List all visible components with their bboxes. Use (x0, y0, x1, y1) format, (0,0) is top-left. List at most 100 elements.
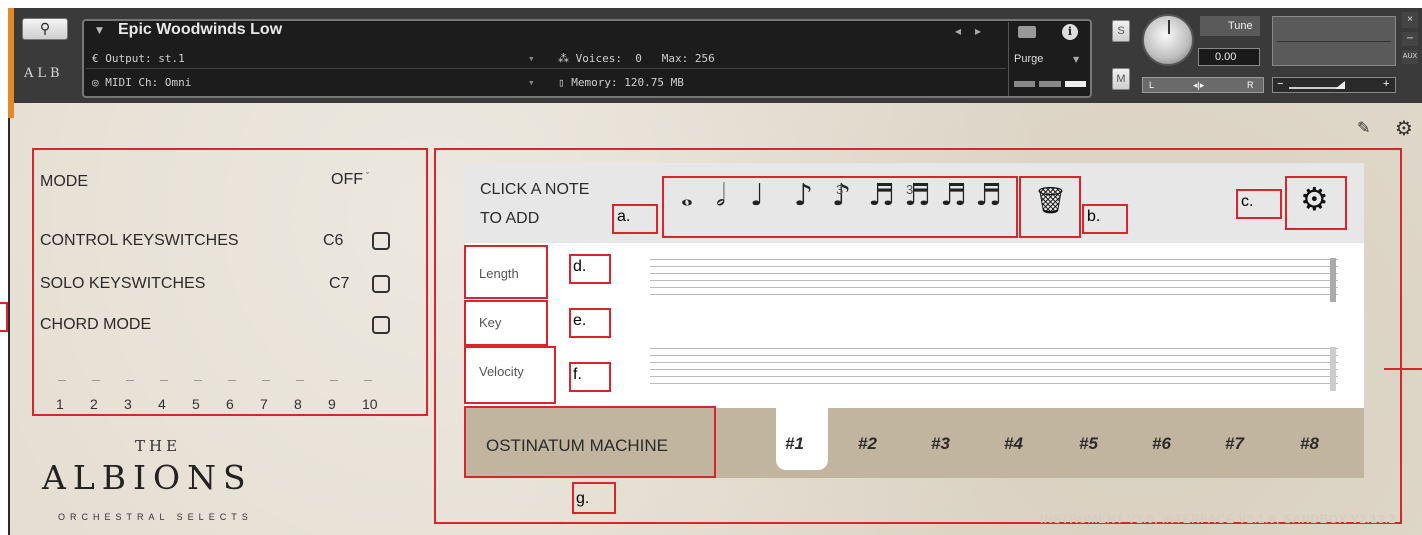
tune-value[interactable]: 0.00 (1198, 48, 1260, 66)
voice-number[interactable]: 1 (56, 380, 90, 412)
triplet-mark-2: 3 (906, 182, 914, 197)
voice-number[interactable]: 5 (192, 380, 226, 412)
voice-number[interactable]: 10 (362, 380, 396, 412)
velocity-staff[interactable] (650, 348, 1338, 390)
ostinatum-settings-gear-icon[interactable]: ⚙ (1300, 180, 1329, 218)
voice-number[interactable]: 2 (90, 380, 124, 412)
instrument-menu-arrow-icon[interactable]: ▼ (96, 26, 103, 36)
voice-number[interactable]: 7 (260, 380, 294, 412)
close-button[interactable]: × (1402, 12, 1418, 28)
alb-logo: ALB (24, 66, 64, 81)
output-icon: € (92, 52, 99, 65)
midi-icon: ◎ (92, 76, 99, 89)
ostinatum-machine-label: OSTINATUM MACHINE (486, 436, 668, 455)
callout-f-label: f. (573, 366, 582, 383)
aux-button[interactable]: AUX (1402, 50, 1418, 64)
tab-4[interactable]: #4 (1004, 434, 1023, 454)
solo-keyswitches-checkbox[interactable] (372, 275, 390, 293)
velocity-label: Velocity (479, 364, 524, 379)
tune-label: Tune (1200, 16, 1260, 36)
callout-c-label: c. (1241, 193, 1254, 210)
midi-row[interactable]: ◎ MIDI Ch: Omni (92, 76, 191, 89)
voice-number[interactable]: 8 (294, 380, 328, 412)
tab-3[interactable]: #3 (931, 434, 950, 454)
click-note-line2: TO ADD (480, 210, 540, 227)
control-keyswitches-checkbox[interactable] (372, 232, 390, 250)
trash-icon[interactable]: 🗑 (1034, 186, 1067, 216)
version-watermark: INSTRUMENT V1.0, INTERFACE V2.1.0, SANDB… (1040, 512, 1396, 526)
instrument-name[interactable]: Epic Woodwinds Low (118, 21, 282, 39)
voices-icon: ⁂ (558, 52, 569, 65)
brand-the: THE (135, 437, 182, 455)
voices-row: ⁂ Voices: 0 Max: 256 (558, 52, 715, 65)
tab-5[interactable]: #5 (1079, 434, 1098, 454)
length-label: Length (479, 266, 519, 281)
ostinatum-callout-pointer (1384, 368, 1422, 370)
accent-bar (8, 8, 14, 118)
sixtyfourth-note-icon[interactable]: ♬ (975, 178, 1002, 213)
eighth-note-icon[interactable]: ♪ (794, 178, 813, 213)
tab-7[interactable]: #7 (1225, 434, 1244, 454)
chord-mode-label: CHORD MODE (40, 316, 152, 333)
control-key-value: C6 (323, 232, 344, 249)
info-icon[interactable]: i (1062, 24, 1078, 40)
callout-d-label: d. (573, 258, 587, 275)
key-label: Key (479, 315, 502, 330)
minimize-button[interactable]: − (1402, 32, 1418, 46)
half-note-icon[interactable]: 𝅗𝅥 (716, 178, 726, 213)
click-note-line1: CLICK A NOTE (480, 181, 590, 198)
tab-6[interactable]: #6 (1152, 434, 1171, 454)
output-row[interactable]: € Output: st.1 (92, 52, 185, 65)
tune-knob[interactable] (1142, 14, 1194, 66)
solo-keyswitches-label: SOLO KEYSWITCHES (40, 275, 206, 292)
settings-gear-icon[interactable]: ⚙ (1395, 116, 1413, 140)
quarter-note-icon[interactable]: ♩ (750, 178, 764, 213)
control-keyswitches-label: CONTROL KEYSWITCHES (40, 232, 239, 249)
triplet-mark: 3 (836, 182, 844, 197)
mute-button[interactable]: M (1112, 68, 1130, 90)
solo-key-value: C7 (329, 275, 350, 292)
tab-2[interactable]: #2 (858, 434, 877, 454)
pan-slider[interactable]: L ◂|▸ R (1142, 77, 1264, 93)
solo-button[interactable]: S (1112, 20, 1130, 42)
level-meter (1272, 16, 1396, 66)
mode-label: MODE (40, 173, 88, 190)
thirtysecond-note-icon[interactable]: ♬ (940, 178, 967, 213)
camera-icon[interactable] (1018, 26, 1036, 38)
volume-slider[interactable]: − + (1272, 77, 1396, 93)
velocity-staff-end (1330, 347, 1336, 391)
purge-indicator (1014, 81, 1086, 87)
sixteenth-note-icon[interactable]: ♬ (868, 178, 895, 213)
voice-number[interactable]: 4 (158, 380, 192, 412)
length-staff-end (1330, 258, 1336, 302)
wrench-icon: ⚲ (39, 21, 51, 37)
length-staff[interactable] (650, 259, 1338, 301)
tab-1[interactable]: #1 (785, 434, 804, 454)
memory-icon: ▯ (558, 76, 565, 89)
brand-subtitle: ORCHESTRAL SELECTS (58, 512, 253, 522)
output-dropdown-arrow-icon[interactable]: ▾ (528, 52, 535, 65)
brand-albions: ALBIONS (42, 458, 253, 497)
purge-button[interactable]: Purge (1014, 53, 1043, 65)
pan-center-icon: ◂|▸ (1193, 80, 1205, 90)
tab-8[interactable]: #8 (1300, 434, 1319, 454)
memory-row: ▯ Memory: 120.75 MB (558, 76, 684, 89)
voice-number[interactable]: 3 (124, 380, 158, 412)
purge-dropdown-arrow-icon[interactable]: ▼ (1073, 55, 1079, 64)
callout-e-label: e. (573, 312, 587, 329)
voice-number[interactable]: 6 (226, 380, 260, 412)
left-edge (8, 118, 10, 535)
callout-g-label: g. (576, 490, 590, 507)
voice-number-row: 1 2 3 4 5 6 7 8 9 10 (56, 380, 396, 412)
chord-mode-checkbox[interactable] (372, 316, 390, 334)
key-callout (464, 300, 548, 346)
wrench-button[interactable]: ⚲ (22, 18, 68, 40)
edit-icon[interactable]: ✎ (1357, 118, 1370, 137)
midi-dropdown-arrow-icon[interactable]: ▾ (528, 76, 535, 89)
whole-note-icon[interactable]: 𝅝 (681, 178, 693, 213)
left-edge-callout (0, 302, 8, 332)
mode-dropdown[interactable]: OFF ˇ (331, 171, 369, 189)
header-separator (86, 68, 1006, 69)
voice-number[interactable]: 9 (328, 380, 362, 412)
instrument-nav-arrows[interactable]: ◂▸ (955, 24, 995, 38)
